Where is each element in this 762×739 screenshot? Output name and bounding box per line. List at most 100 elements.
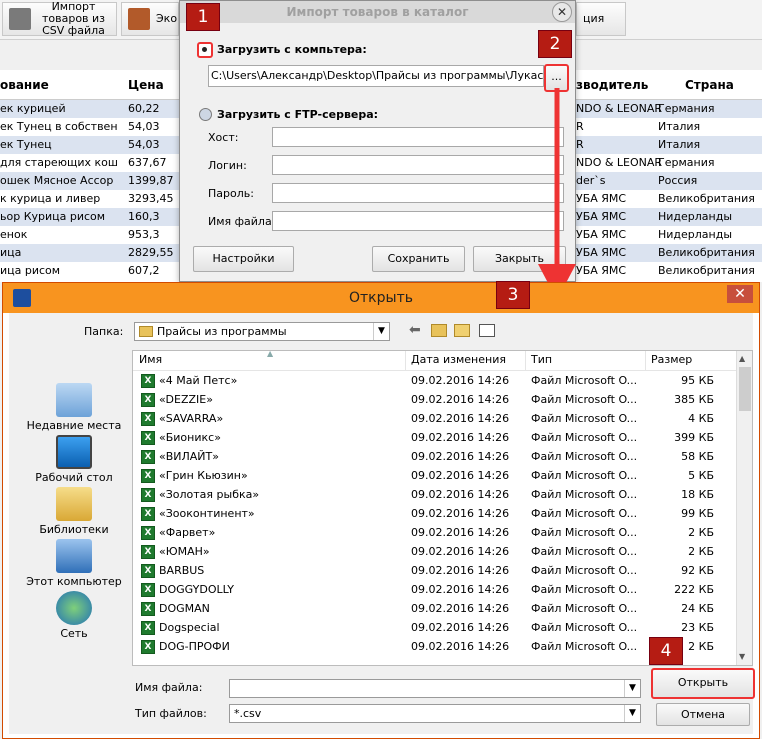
radio-from-pc[interactable] bbox=[197, 42, 213, 58]
table-cell: ек Тунец bbox=[0, 138, 52, 151]
file-name: «ЮМАН» bbox=[159, 545, 210, 558]
file-row[interactable]: X «Зооконтинент» 09.02.2016 14:26 Файл Micr… bbox=[133, 505, 738, 524]
box-icon bbox=[128, 8, 150, 30]
file-row[interactable]: X «4 Май Петс» 09.02.2016 14:26 Файл Micros… bbox=[133, 372, 738, 391]
file-type: Файл Microsoft O... bbox=[531, 526, 638, 539]
table-cell: 2829,55 bbox=[128, 246, 174, 259]
close-icon[interactable]: ✕ bbox=[727, 285, 753, 303]
place-computer-label: Этот компьютер bbox=[26, 575, 122, 588]
file-type: Файл Microsoft O... bbox=[531, 374, 638, 387]
file-row[interactable]: X BARBUS 09.02.2016 14:26 Файл Microsoft O.… bbox=[133, 562, 738, 581]
recent-places-icon bbox=[56, 383, 92, 417]
file-list-scrollbar[interactable]: ▲ ▼ bbox=[736, 351, 752, 665]
place-libraries[interactable]: Библиотеки bbox=[19, 487, 129, 536]
file-date: 09.02.2016 14:26 bbox=[411, 488, 510, 501]
file-size: 2 КБ bbox=[688, 545, 714, 558]
filetype-select[interactable]: *.csv ▼ bbox=[229, 704, 641, 723]
excel-file-icon: X bbox=[141, 393, 155, 407]
column-name[interactable]: Имя bbox=[139, 353, 162, 366]
file-row[interactable]: X DOGMAN 09.02.2016 14:26 Файл Microsoft O.… bbox=[133, 600, 738, 619]
filename-input[interactable]: ▼ bbox=[229, 679, 641, 698]
file-row[interactable]: X «ЮМАН» 09.02.2016 14:26 Файл Microsoft O.… bbox=[133, 543, 738, 562]
file-row[interactable]: X «Грин Кьюзин» 09.02.2016 14:26 Файл Micro… bbox=[133, 467, 738, 486]
table-cell: ошек Мясное Ассор bbox=[0, 174, 114, 187]
cancel-button[interactable]: Отмена bbox=[656, 703, 750, 726]
file-row[interactable]: X DOGGYDOLLY 09.02.2016 14:26 Файл Microsof… bbox=[133, 581, 738, 600]
file-name: Dogspecial bbox=[159, 621, 220, 634]
view-menu-icon[interactable] bbox=[479, 324, 495, 337]
scroll-down-icon[interactable]: ▼ bbox=[739, 652, 745, 661]
toolbar-button-3-label: ция bbox=[583, 12, 605, 25]
excel-file-icon: X bbox=[141, 564, 155, 578]
back-icon[interactable]: ⬅ bbox=[409, 322, 421, 338]
open-button[interactable]: Открыть bbox=[651, 668, 755, 699]
file-row[interactable]: X DOG-ПРОФИ 09.02.2016 14:26 Файл Microsoft… bbox=[133, 638, 738, 657]
toolbar-button-2-label: Эко bbox=[156, 12, 178, 25]
table-cell: Италия bbox=[658, 120, 701, 133]
step-badge-4: 4 bbox=[649, 637, 683, 665]
sort-icon: ▲ bbox=[267, 350, 274, 358]
place-network[interactable]: Сеть bbox=[19, 591, 129, 640]
table-cell: ица рисом bbox=[0, 264, 61, 277]
file-date: 09.02.2016 14:26 bbox=[411, 393, 510, 406]
place-recent[interactable]: Недавние места bbox=[19, 383, 129, 432]
close-icon[interactable]: ✕ bbox=[552, 2, 572, 22]
file-row[interactable]: X «SAVARRA» 09.02.2016 14:26 Файл Microsoft… bbox=[133, 410, 738, 429]
place-computer[interactable]: Этот компьютер bbox=[19, 539, 129, 588]
scroll-thumb[interactable] bbox=[739, 367, 751, 411]
file-date: 09.02.2016 14:26 bbox=[411, 583, 510, 596]
file-row[interactable]: X «Фарвет» 09.02.2016 14:26 Файл Microsoft … bbox=[133, 524, 738, 543]
up-folder-icon[interactable] bbox=[431, 324, 447, 337]
file-type: Файл Microsoft O... bbox=[531, 564, 638, 577]
file-date: 09.02.2016 14:26 bbox=[411, 621, 510, 634]
file-row[interactable]: X Dogspecial 09.02.2016 14:26 Файл Microsof… bbox=[133, 619, 738, 638]
new-folder-icon[interactable] bbox=[454, 324, 470, 337]
file-type: Файл Microsoft O... bbox=[531, 431, 638, 444]
place-desktop[interactable]: Рабочий стол bbox=[19, 435, 129, 484]
place-desktop-label: Рабочий стол bbox=[35, 471, 113, 484]
file-name: «DEZZIE» bbox=[159, 393, 213, 406]
file-size: 4 КБ bbox=[688, 412, 714, 425]
import-csv-button[interactable]: Импорт товаров из CSV файла bbox=[2, 1, 117, 37]
file-row[interactable]: X «DEZZIE» 09.02.2016 14:26 Файл Microsoft … bbox=[133, 391, 738, 410]
import-dialog-title: Импорт товаров в каталог bbox=[180, 1, 575, 23]
file-size: 92 КБ bbox=[681, 564, 714, 577]
file-size: 399 КБ bbox=[674, 431, 714, 444]
file-name: «Золотая рыбка» bbox=[159, 488, 260, 501]
scroll-up-icon[interactable]: ▲ bbox=[739, 354, 745, 363]
folder-select[interactable]: Прайсы из программы ▼ bbox=[134, 322, 390, 341]
column-size[interactable]: Размер bbox=[651, 353, 692, 366]
table-cell: Великобритания bbox=[658, 264, 755, 277]
file-date: 09.02.2016 14:26 bbox=[411, 564, 510, 577]
ftp-filename-input[interactable] bbox=[272, 211, 564, 231]
password-input[interactable] bbox=[272, 183, 564, 203]
file-row[interactable]: X «ВИЛАЙТ» 09.02.2016 14:26 Файл Microsoft … bbox=[133, 448, 738, 467]
save-button[interactable]: Сохранить bbox=[372, 246, 465, 272]
file-size: 2 КБ bbox=[688, 526, 714, 539]
excel-file-icon: X bbox=[141, 621, 155, 635]
column-date[interactable]: Дата изменения bbox=[411, 353, 506, 366]
toolbar-button-2[interactable]: Эко bbox=[121, 2, 179, 36]
table-cell: ек курицей bbox=[0, 102, 66, 115]
file-name: «Фарвет» bbox=[159, 526, 216, 539]
file-path-input[interactable]: C:\Users\Александр\Desktop\Прайсы из про… bbox=[208, 65, 544, 87]
file-size: 5 КБ bbox=[688, 469, 714, 482]
settings-button[interactable]: Настройки bbox=[193, 246, 294, 272]
file-date: 09.02.2016 14:26 bbox=[411, 507, 510, 520]
filetype-label: Тип файлов: bbox=[135, 707, 207, 720]
table-cell: Великобритания bbox=[658, 246, 755, 259]
network-icon bbox=[56, 591, 92, 625]
file-row[interactable]: X «Бионикс» 09.02.2016 14:26 Файл Microsoft… bbox=[133, 429, 738, 448]
file-row[interactable]: X «Золотая рыбка» 09.02.2016 14:26 Файл Mic… bbox=[133, 486, 738, 505]
login-input[interactable] bbox=[272, 155, 564, 175]
host-input[interactable] bbox=[272, 127, 564, 147]
toolbar-button-3[interactable]: ция bbox=[576, 2, 626, 36]
file-name: «4 Май Петс» bbox=[159, 374, 238, 387]
table-cell: 54,03 bbox=[128, 120, 160, 133]
radio-from-ftp[interactable] bbox=[199, 108, 212, 121]
file-date: 09.02.2016 14:26 bbox=[411, 640, 510, 653]
column-type[interactable]: Тип bbox=[531, 353, 552, 366]
file-list: Имя ▲ Дата изменения Тип Размер X «4 Май … bbox=[132, 350, 753, 666]
excel-file-icon: X bbox=[141, 526, 155, 540]
table-cell: 953,3 bbox=[128, 228, 160, 241]
